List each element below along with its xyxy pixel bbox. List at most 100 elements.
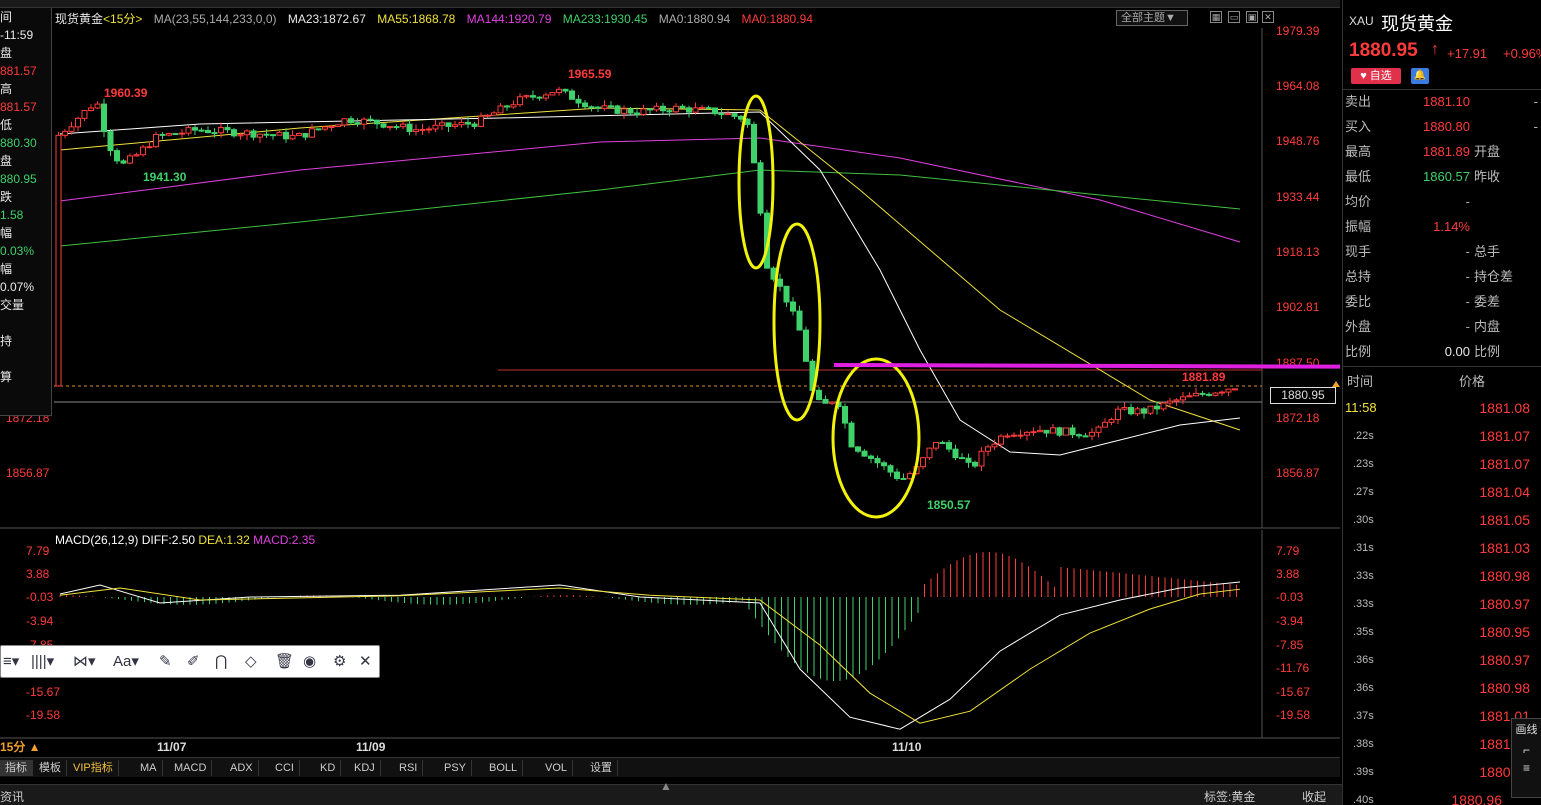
candle-body bbox=[205, 130, 211, 134]
price-axis-label: 1902.81 bbox=[1276, 300, 1320, 314]
collapse-arrow-icon[interactable]: ▲ bbox=[660, 779, 672, 793]
left-info-row: 跌 bbox=[0, 190, 13, 204]
maximize-icon[interactable]: ▣ bbox=[1246, 11, 1258, 23]
candle-body bbox=[380, 123, 387, 128]
toolbar-tool-5[interactable]: ✐ bbox=[187, 652, 200, 672]
tick-row: .31s 1881.03 bbox=[1353, 540, 1530, 556]
candle-body bbox=[959, 457, 965, 460]
candle-body bbox=[894, 471, 900, 479]
indicator-tab[interactable]: KDJ bbox=[349, 760, 381, 776]
toolbar-tool-9[interactable]: ◉ bbox=[303, 652, 316, 672]
indicator-tab[interactable]: 指标 bbox=[0, 760, 33, 776]
indicator-tab[interactable]: MACD bbox=[169, 760, 213, 776]
indicator-tab[interactable]: VIP指标 bbox=[68, 760, 119, 776]
indicator-tab[interactable]: 设置 bbox=[585, 760, 618, 776]
candle-body bbox=[367, 118, 374, 121]
candle-body bbox=[166, 133, 172, 136]
toolbar-tool-7[interactable]: ◇ bbox=[245, 652, 257, 672]
candle-body bbox=[1219, 391, 1225, 394]
quote-row: 均价 - bbox=[1345, 194, 1470, 209]
candle-body bbox=[1232, 388, 1238, 391]
indicator-tab[interactable]: RSI bbox=[394, 760, 424, 776]
candle-body bbox=[159, 133, 166, 136]
interval-label[interactable]: <15分> bbox=[103, 12, 142, 26]
toolbar-tool-0[interactable]: ≡▾ bbox=[3, 652, 19, 672]
ma55-value: MA55:1868.78 bbox=[377, 12, 456, 26]
draw-tool-icon[interactable]: ⌐ bbox=[1512, 743, 1541, 757]
status-bar: 资讯 ▲ 标签:黄金 收起 bbox=[0, 779, 1541, 805]
candle-body bbox=[1076, 434, 1082, 437]
side-drawing-panel[interactable]: 画线 ⌐ ≡ bbox=[1511, 718, 1541, 798]
candle-body bbox=[855, 446, 861, 452]
candle-body bbox=[920, 457, 926, 468]
layout-icon[interactable]: ▦ bbox=[1210, 11, 1222, 23]
news-tab[interactable]: 资讯 bbox=[0, 788, 24, 805]
candle-body bbox=[978, 450, 985, 467]
quote-row: 现手 - 总手 bbox=[1345, 244, 1501, 259]
candle-body bbox=[588, 106, 595, 109]
indicator-tab[interactable]: VOL bbox=[540, 760, 574, 776]
toolbar-tool-2[interactable]: ⋈▾ bbox=[73, 652, 96, 672]
tick-row: .30s 1881.05 bbox=[1353, 512, 1530, 528]
favorite-button[interactable]: ♥ 自选 bbox=[1351, 68, 1401, 84]
theme-dropdown[interactable]: 全部主题▼ bbox=[1116, 10, 1188, 26]
candle-body bbox=[250, 130, 257, 138]
macd-axis-label-left: 7.79 bbox=[26, 544, 50, 558]
candle-body bbox=[692, 107, 699, 113]
candle-body bbox=[686, 107, 692, 113]
candle-body bbox=[1024, 431, 1030, 436]
toolbar-tool-3[interactable]: Aa▾ bbox=[113, 652, 139, 672]
quote-row: 外盘 - 内盘 bbox=[1345, 319, 1501, 334]
indicator-tab[interactable]: BOLL bbox=[484, 760, 524, 776]
toolbar-tool-11[interactable]: ✕ bbox=[359, 652, 372, 672]
indicator-tab[interactable]: PSY bbox=[439, 760, 473, 776]
collapse-button[interactable]: 收起 bbox=[1302, 788, 1326, 805]
candle-body bbox=[829, 401, 835, 404]
left-info-row: 0.03% bbox=[0, 244, 35, 258]
indicator-tab[interactable]: KD bbox=[315, 760, 342, 776]
bell-icon[interactable]: 🔔 bbox=[1411, 68, 1429, 84]
candle-body bbox=[1082, 435, 1089, 438]
left-info-row: 盘 bbox=[0, 154, 13, 168]
toolbar-tool-8[interactable]: 🗑 bbox=[275, 652, 294, 672]
toolbar-tool-1[interactable]: ||||▾ bbox=[31, 652, 54, 672]
candle-body bbox=[120, 160, 127, 164]
candle-body bbox=[471, 123, 478, 127]
candle-body bbox=[673, 105, 679, 113]
candle-body bbox=[140, 146, 146, 156]
drawing-toolbar[interactable]: ≡▾ ||||▾ ⋈▾ Aa▾ ✎ ✐ ⋂ ◇ 🗑 ◉ ⚙ ✕ bbox=[0, 645, 380, 678]
tag-label[interactable]: 标签:黄金 bbox=[1204, 788, 1255, 805]
left-info-row: 交量 bbox=[0, 298, 25, 312]
ma-params: MA(23,55,144,233,0,0) bbox=[153, 12, 277, 26]
indicator-tab[interactable]: CCI bbox=[270, 760, 300, 776]
candle-body bbox=[1154, 405, 1160, 410]
candle-body bbox=[1128, 406, 1134, 415]
quote-row: 最高 1881.89 开盘 bbox=[1345, 144, 1501, 159]
toolbar-tool-6[interactable]: ⋂ bbox=[215, 652, 227, 672]
tick-row: .23s 1881.07 bbox=[1353, 456, 1530, 472]
candle-body bbox=[374, 119, 380, 125]
candle-body bbox=[289, 134, 296, 140]
last-price: 1880.95 bbox=[1349, 40, 1418, 61]
draw-line-button[interactable]: 画线 bbox=[1512, 721, 1541, 737]
candle-body bbox=[1212, 392, 1219, 396]
toolbar-tool-10[interactable]: ⚙ bbox=[333, 652, 346, 672]
low-label-2: 1850.57 bbox=[927, 498, 971, 512]
candle-body bbox=[1037, 429, 1043, 433]
toolbar-tool-4[interactable]: ✎ bbox=[159, 652, 172, 672]
candle-body bbox=[751, 123, 757, 164]
tick-row: .33s 1880.98 bbox=[1353, 568, 1530, 584]
restore-icon[interactable]: ▭ bbox=[1228, 11, 1240, 23]
price-change-pct: +0.96% bbox=[1503, 46, 1541, 61]
indicator-tab[interactable]: ADX bbox=[225, 760, 259, 776]
close-icon[interactable]: ✕ bbox=[1262, 11, 1274, 23]
menu-lines-icon[interactable]: ≡ bbox=[1512, 761, 1541, 775]
resistance-highlight-line bbox=[833, 363, 1340, 369]
candle-body bbox=[790, 301, 796, 312]
candle-body bbox=[432, 124, 439, 130]
indicator-tab[interactable]: 模板 bbox=[34, 760, 67, 776]
candle-body bbox=[647, 108, 653, 111]
indicator-tab[interactable]: MA bbox=[135, 760, 163, 776]
candle-body bbox=[348, 118, 354, 124]
candle-body bbox=[783, 285, 790, 303]
